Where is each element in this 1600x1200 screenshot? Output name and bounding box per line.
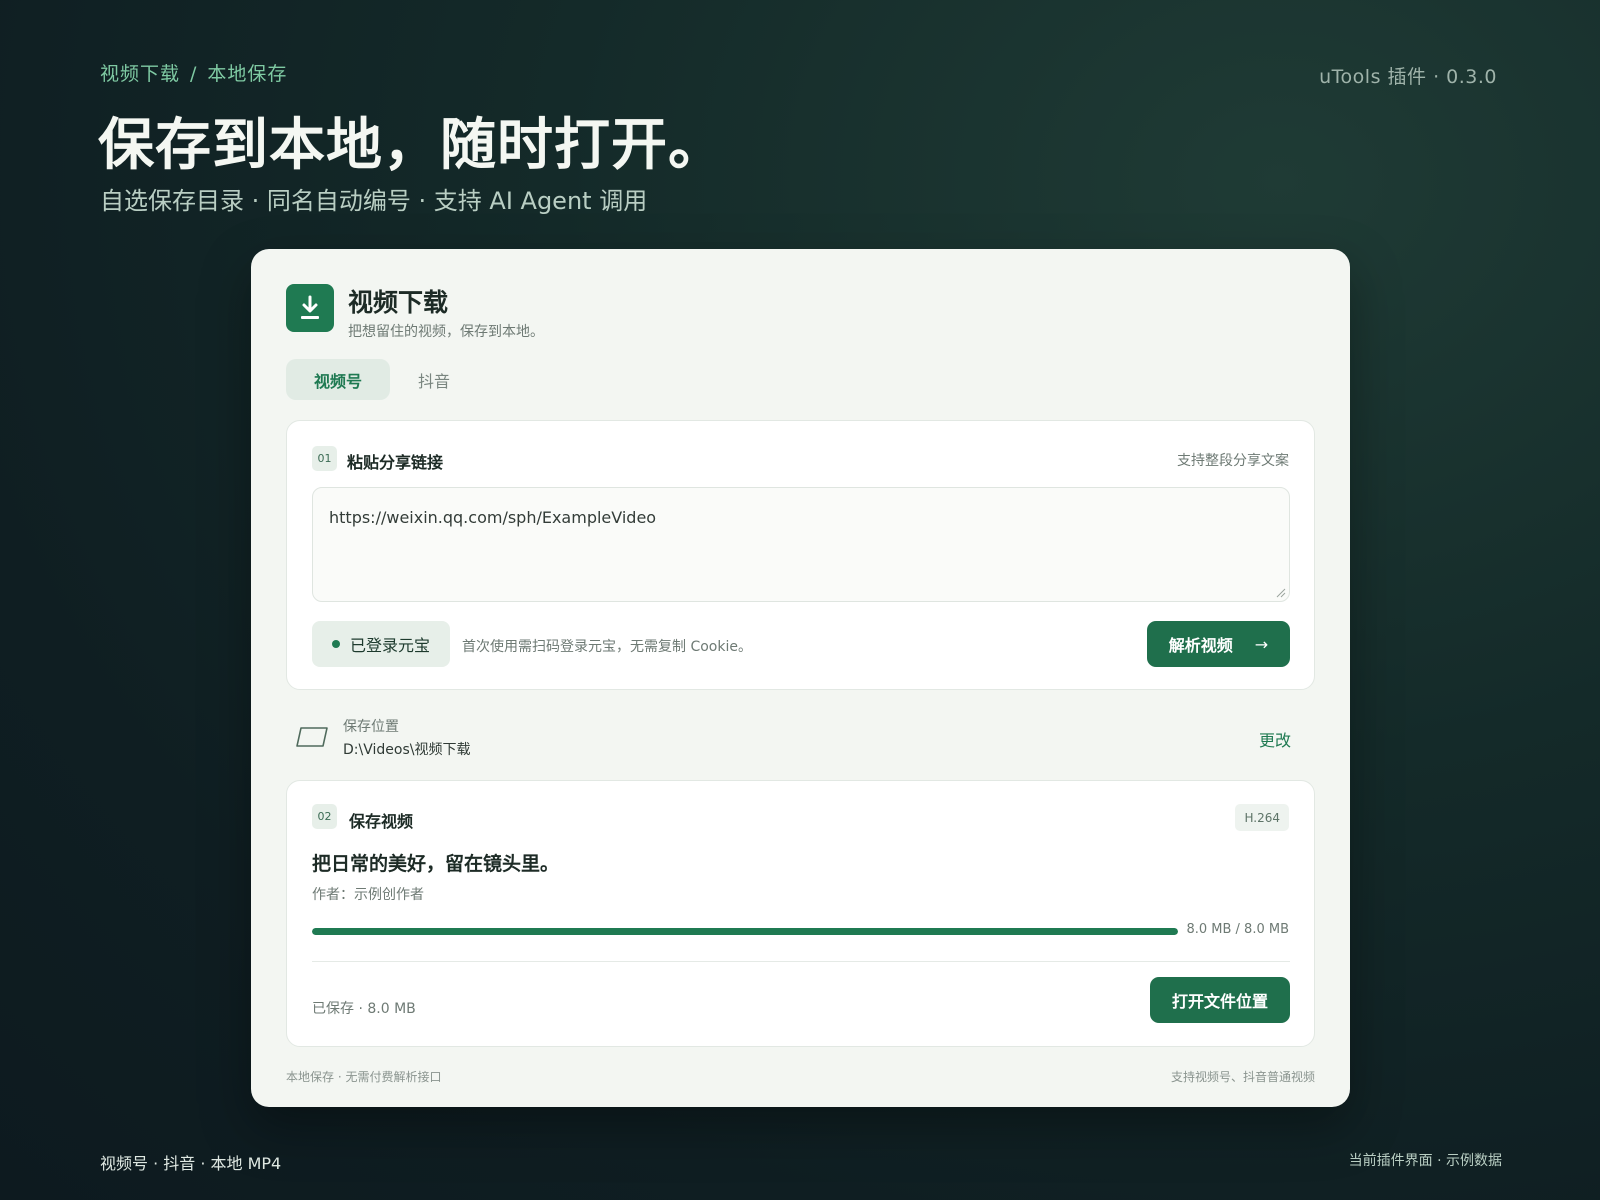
paste-hint: 支持整段分享文案 xyxy=(1177,453,1289,469)
page-footer-left: 视频号 · 抖音 · 本地 MP4 xyxy=(100,1154,282,1173)
login-status-label: 已登录元宝 xyxy=(350,636,431,655)
breadcrumb-item-download[interactable]: 视频下载 xyxy=(100,63,180,85)
tab-channels[interactable]: 视频号 xyxy=(286,359,391,400)
login-note: 首次使用需扫码登录元宝，无需复制 Cookie。 xyxy=(462,639,752,655)
breadcrumb-separator: / xyxy=(190,63,198,85)
resize-handle-icon[interactable] xyxy=(1276,588,1286,598)
open-file-location-button[interactable]: 打开文件位置 xyxy=(1150,977,1290,1023)
save-location-label: 保存位置 xyxy=(343,719,399,735)
app-subtitle: 把想留住的视频，保存到本地。 xyxy=(348,324,544,340)
save-location-row: 保存位置 D:\Videos\视频下载 更改 xyxy=(296,714,1316,760)
tab-douyin[interactable]: 抖音 xyxy=(390,359,478,400)
video-author: 作者：示例创作者 xyxy=(312,887,424,903)
save-location-path: D:\Videos\视频下载 xyxy=(343,742,471,758)
paste-link-panel: 01 粘贴分享链接 支持整段分享文案 https://weixin.qq.com… xyxy=(286,420,1315,690)
share-link-value: https://weixin.qq.com/sph/ExampleVideo xyxy=(329,508,657,527)
card-footer-left: 本地保存 · 无需付费解析接口 xyxy=(286,1070,442,1084)
step-title: 保存视频 xyxy=(349,812,414,831)
platform-tabs: 视频号 抖音 xyxy=(286,359,478,400)
step-title: 粘贴分享链接 xyxy=(347,453,444,472)
page-footer-right: 当前插件界面 · 示例数据 xyxy=(1348,1153,1502,1169)
page-title: 保存到本地，随时打开。 xyxy=(98,113,725,178)
version-label: uTools 插件 · 0.3.0 xyxy=(1319,66,1497,88)
breadcrumb-item-local-save: 本地保存 xyxy=(207,63,288,85)
video-title: 把日常的美好，留在镜头里。 xyxy=(312,853,560,875)
divider xyxy=(312,961,1290,962)
download-progress-bar xyxy=(312,928,1178,935)
download-progress-fill xyxy=(312,928,1178,935)
saved-status-text: 已保存 · 8.0 MB xyxy=(312,1001,416,1017)
step-number: 02 xyxy=(312,804,337,829)
breadcrumb: 视频下载 / 本地保存 xyxy=(100,59,287,86)
codec-badge: H.264 xyxy=(1235,804,1289,831)
save-video-panel: 02 保存视频 H.264 把日常的美好，留在镜头里。 作者：示例创作者 8.0… xyxy=(286,780,1315,1047)
folder-icon xyxy=(296,727,328,747)
page-subtitle: 自选保存目录 · 同名自动编号 · 支持 AI Agent 调用 xyxy=(100,187,648,215)
parse-video-label: 解析视频 xyxy=(1168,636,1233,655)
plugin-window: 视频下载 把想留住的视频，保存到本地。 视频号 抖音 01 粘贴分享链接 支持整… xyxy=(251,249,1350,1107)
app-title: 视频下载 xyxy=(348,288,449,317)
card-footer-right: 支持视频号、抖音普通视频 xyxy=(1170,1070,1315,1084)
download-progress-text: 8.0 MB / 8.0 MB xyxy=(1186,922,1289,937)
status-dot-icon xyxy=(332,640,340,648)
login-status-badge: 已登录元宝 xyxy=(312,621,451,667)
share-link-input[interactable]: https://weixin.qq.com/sph/ExampleVideo xyxy=(312,487,1290,602)
change-location-link[interactable]: 更改 xyxy=(1259,727,1291,751)
parse-video-button[interactable]: 解析视频 → xyxy=(1147,621,1290,667)
step-number: 01 xyxy=(312,446,337,471)
arrow-right-icon: → xyxy=(1254,634,1269,654)
download-icon xyxy=(286,284,334,332)
